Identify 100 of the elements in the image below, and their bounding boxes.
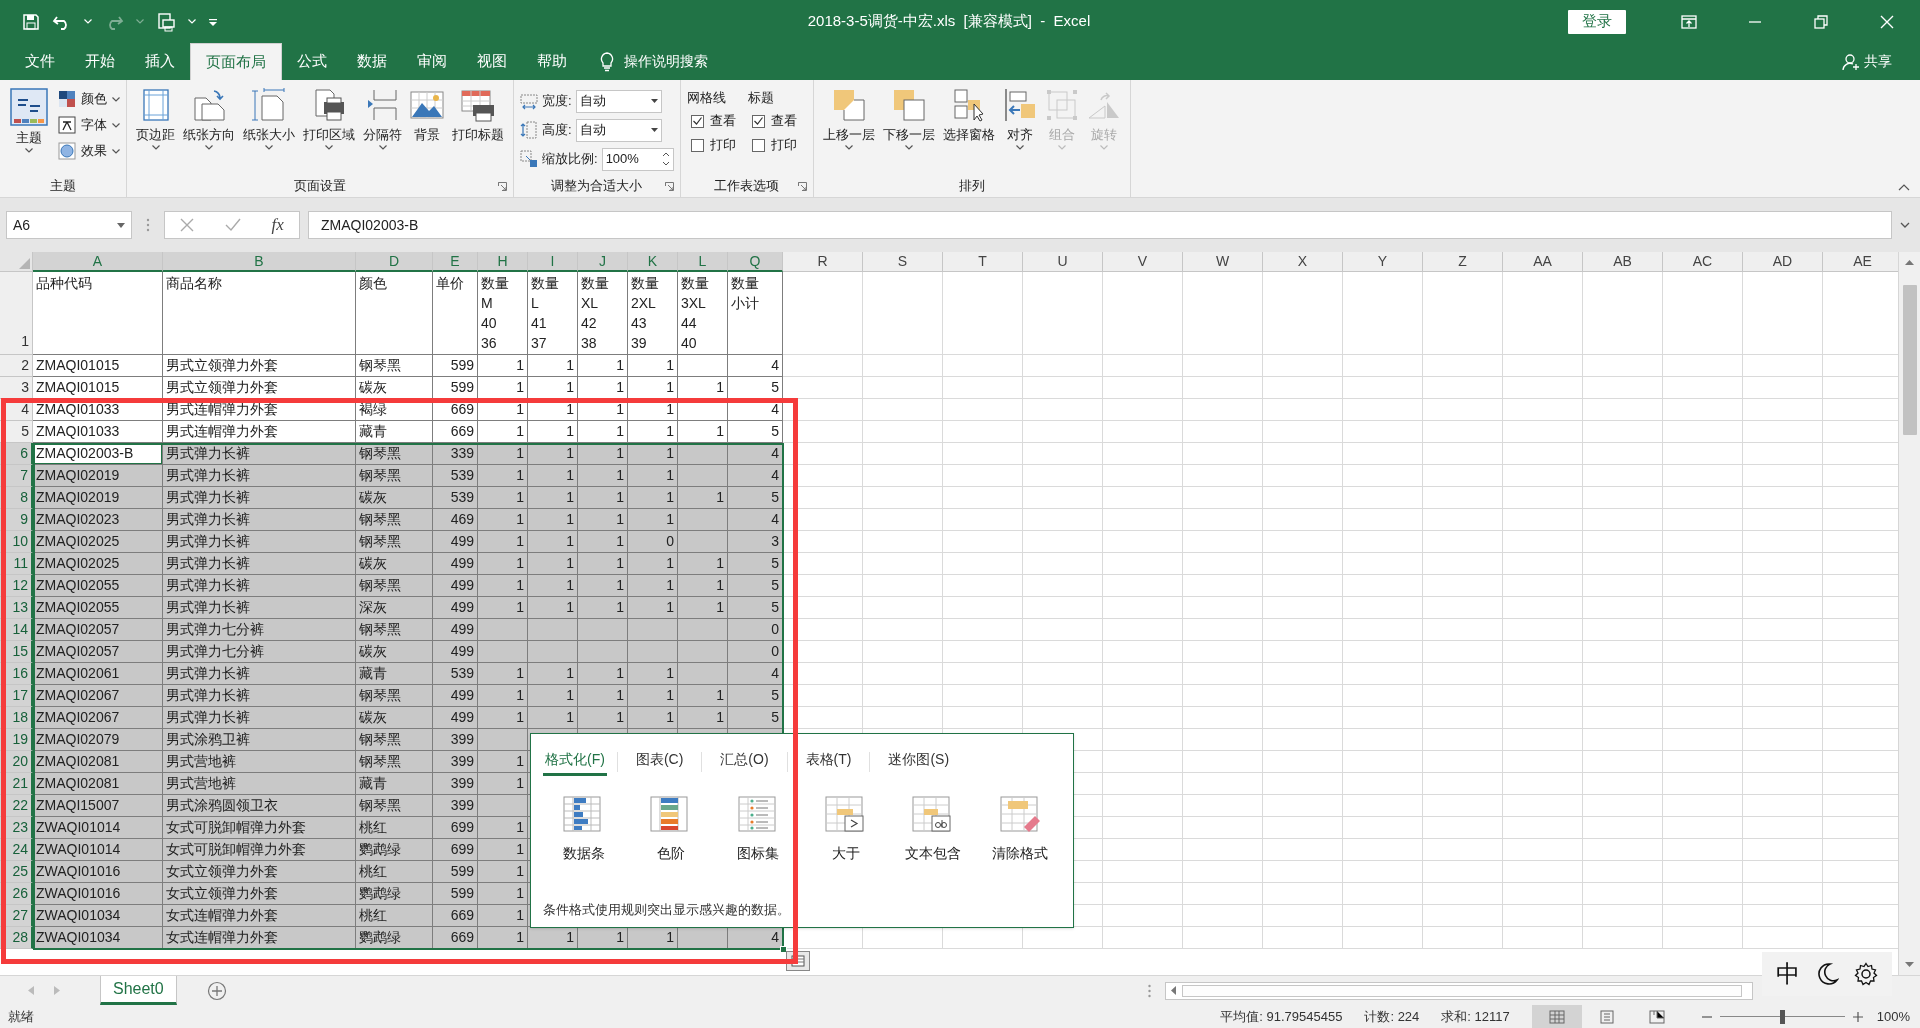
splitter-dots-icon[interactable] (1148, 983, 1151, 998)
quick-analysis-option[interactable]: 图标集 (717, 796, 799, 864)
column-header[interactable]: AE (1823, 252, 1898, 272)
sheet-tab[interactable]: Sheet0 (100, 976, 177, 1005)
ribbon-tab[interactable]: 开始 (70, 43, 130, 80)
zoom-slider[interactable] (1719, 1009, 1845, 1024)
ribbon-display-icon[interactable] (1681, 13, 1697, 30)
close-icon[interactable] (1879, 13, 1895, 30)
ribbon-tab[interactable]: 文件 (10, 43, 70, 80)
zoom-in-icon[interactable] (1852, 1011, 1863, 1022)
ribbon-button[interactable]: 分隔符 (360, 88, 405, 150)
theme-option-button[interactable]: 效果 (58, 140, 120, 162)
settings-icon[interactable] (1854, 962, 1879, 986)
quick-analysis-tab[interactable]: 表格(T) (797, 748, 860, 776)
column-header[interactable]: AA (1503, 252, 1583, 272)
cancel-icon[interactable] (180, 218, 195, 232)
column-header[interactable]: J (578, 252, 628, 272)
vertical-scroll-thumb[interactable] (1902, 285, 1917, 435)
dialog-launcher-icon[interactable] (498, 181, 507, 191)
checkbox-option[interactable]: 打印 (690, 136, 736, 154)
share-button[interactable]: 共享 (1864, 51, 1892, 72)
dialog-launcher-icon[interactable] (664, 181, 674, 191)
column-header[interactable]: L (678, 252, 728, 272)
save-icon[interactable] (22, 12, 40, 31)
ribbon-button[interactable]: 页边距 (133, 88, 178, 150)
column-header[interactable]: Z (1423, 252, 1503, 272)
column-header[interactable]: AC (1663, 252, 1743, 272)
row-header[interactable]: 2 (0, 355, 33, 377)
ribbon-button[interactable]: 背景 (407, 88, 447, 145)
ribbon-button[interactable]: 打印区域 (300, 88, 358, 150)
scroll-left-icon[interactable] (1171, 986, 1176, 995)
quick-analysis-option[interactable]: 大于 (805, 796, 887, 864)
column-header[interactable]: AB (1583, 252, 1663, 272)
ribbon-tab[interactable]: 审阅 (402, 43, 462, 80)
quick-analysis-tab[interactable]: 图表(C) (627, 748, 692, 776)
enter-check-icon[interactable] (224, 218, 241, 232)
input-mode-toggle[interactable]: 中 (1775, 956, 1800, 992)
ribbon-button[interactable]: 纸张大小 (240, 88, 298, 150)
column-header[interactable]: Y (1343, 252, 1423, 272)
column-header[interactable]: R (783, 252, 863, 272)
name-box[interactable]: A6 (6, 211, 132, 239)
column-header[interactable]: H (478, 252, 528, 272)
quick-analysis-option[interactable]: 色阶 (630, 796, 712, 864)
fill-handle[interactable] (780, 946, 787, 953)
quick-analysis-option[interactable]: 数据条 (543, 796, 625, 864)
checkbox[interactable] (690, 138, 704, 152)
column-header[interactable]: AD (1743, 252, 1823, 272)
ribbon-button[interactable]: 上移一层 (819, 88, 878, 150)
ribbon-button[interactable]: 选择窗格 (939, 88, 998, 145)
scale-spinner[interactable]: 100% (601, 147, 674, 171)
ribbon-tab[interactable]: 视图 (462, 43, 522, 80)
row-header[interactable]: 3 (0, 377, 33, 399)
column-header[interactable]: A (33, 252, 163, 272)
ribbon-button[interactable]: 纸张方向 (180, 88, 238, 150)
quick-analysis-option[interactable]: 文本包含 (892, 796, 974, 864)
zoom-slider-thumb[interactable] (1780, 1009, 1786, 1024)
column-header[interactable]: K (628, 252, 678, 272)
checkbox[interactable] (690, 114, 704, 128)
themes-button[interactable]: 主题 (6, 88, 52, 153)
checkbox[interactable] (751, 114, 765, 128)
ribbon-tab[interactable]: 插入 (130, 43, 190, 80)
column-header[interactable]: S (863, 252, 943, 272)
theme-option-button[interactable]: 字体 (58, 114, 120, 136)
column-header[interactable]: D (356, 252, 433, 272)
column-header[interactable]: Q (728, 252, 783, 272)
restore-icon[interactable] (1813, 13, 1829, 30)
column-header[interactable]: U (1023, 252, 1103, 272)
checkbox-option[interactable]: 打印 (751, 136, 797, 154)
ribbon-tab[interactable]: 公式 (282, 43, 342, 80)
quick-analysis-tab[interactable]: 格式化(F) (543, 748, 607, 776)
ribbon-tab[interactable]: 帮助 (522, 43, 582, 80)
ribbon-button[interactable]: 打印标题 (449, 88, 507, 145)
quick-analysis-tab[interactable]: 汇总(O) (712, 748, 777, 776)
ribbon-tab[interactable]: 页面布局 (190, 43, 282, 80)
horizontal-scrollbar[interactable] (1165, 981, 1753, 1000)
add-sheet-icon[interactable] (206, 980, 227, 1001)
column-header[interactable]: W (1183, 252, 1263, 272)
dialog-launcher-icon[interactable] (797, 181, 807, 191)
insert-function-button[interactable]: fx (271, 212, 284, 238)
column-header[interactable]: E (433, 252, 478, 272)
size-dropdown[interactable]: 自动 (575, 89, 662, 113)
theme-option-button[interactable]: 颜色 (58, 88, 120, 110)
checkbox-option[interactable]: 查看 (751, 112, 797, 130)
quick-analysis-option[interactable]: 清除格式 (979, 796, 1061, 864)
tell-me-search[interactable]: 操作说明搜索 (624, 51, 708, 72)
quick-analysis-tab[interactable]: 迷你图(S) (880, 748, 958, 776)
scroll-up-icon[interactable] (1905, 260, 1914, 265)
formula-input[interactable]: ZMAQI02003-B (308, 211, 1892, 239)
customize-icon[interactable] (208, 16, 218, 27)
scroll-down-icon[interactable] (1905, 962, 1914, 967)
column-header[interactable]: V (1103, 252, 1183, 272)
ribbon-button[interactable]: 下移一层 (879, 88, 938, 150)
collapse-ribbon-icon[interactable] (1898, 184, 1910, 191)
checkbox-option[interactable]: 查看 (690, 112, 736, 130)
row-header[interactable]: 1 (0, 272, 33, 355)
view-button[interactable] (1531, 1005, 1582, 1028)
ribbon-button[interactable]: 对齐 (999, 88, 1040, 150)
column-header[interactable]: T (943, 252, 1023, 272)
moon-icon[interactable] (1815, 962, 1839, 986)
zoom-level[interactable]: 100% (1876, 1006, 1910, 1027)
